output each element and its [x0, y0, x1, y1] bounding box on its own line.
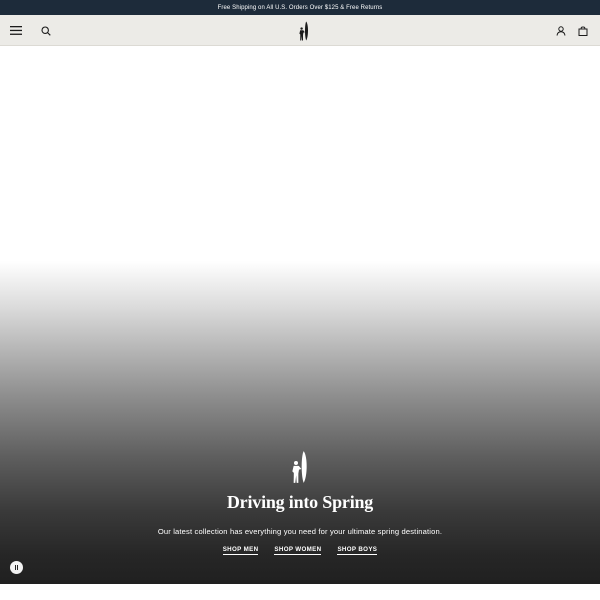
shop-boys-link[interactable]: SHOP BOYS	[337, 546, 378, 555]
hero-subtitle: Our latest collection has everything you…	[157, 527, 443, 536]
search-button[interactable]	[35, 15, 57, 46]
shop-women-link[interactable]: SHOP WOMEN	[274, 546, 322, 555]
hamburger-menu-icon	[10, 26, 22, 35]
announcement-text: Free Shipping on All U.S. Orders Over $1…	[217, 4, 383, 11]
surfer-logo-icon	[292, 451, 307, 483]
user-icon	[556, 25, 566, 36]
account-button[interactable]	[550, 15, 572, 46]
menu-button[interactable]	[5, 15, 27, 46]
hero-logo	[289, 448, 311, 486]
search-icon	[41, 25, 51, 36]
site-logo-link[interactable]	[296, 20, 312, 42]
hero-cta-links: SHOP MEN SHOP WOMEN SHOP BOYS	[0, 546, 600, 555]
cart-button[interactable]	[572, 15, 594, 46]
shop-men-link[interactable]: SHOP MEN	[222, 546, 259, 555]
pause-icon	[14, 565, 19, 570]
shopping-bag-icon	[578, 25, 588, 36]
surfer-logo-icon	[299, 21, 308, 41]
pause-video-button[interactable]	[10, 561, 23, 574]
announcement-bar: Free Shipping on All U.S. Orders Over $1…	[0, 0, 600, 15]
site-header	[0, 15, 600, 46]
hero-title: Driving into Spring	[226, 492, 374, 512]
